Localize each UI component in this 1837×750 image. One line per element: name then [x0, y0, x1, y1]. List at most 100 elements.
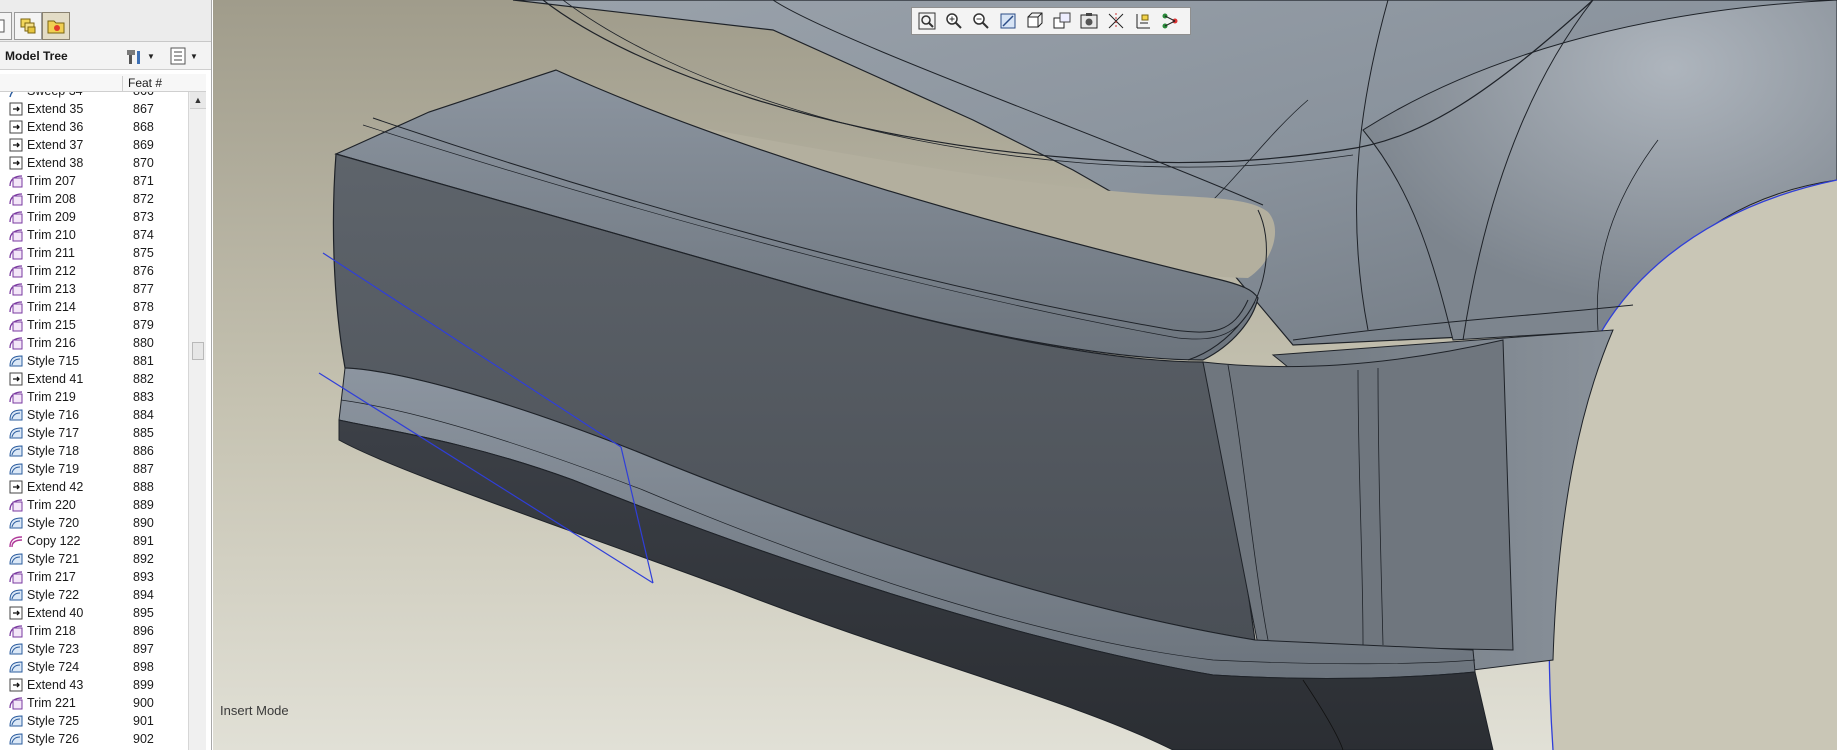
tree-item[interactable]: Trim 216 880 [0, 334, 188, 352]
tree-item-name: Style 720 [27, 516, 80, 530]
tree-item[interactable]: Trim 207 871 [0, 172, 188, 190]
spin-center-button[interactable] [1131, 10, 1155, 32]
tree-item-name: Extend 35 [27, 102, 84, 116]
tree-item[interactable]: Extend 40 895 [0, 604, 188, 622]
model-render[interactable] [213, 0, 1837, 750]
tree-item[interactable]: Trim 209 873 [0, 208, 188, 226]
tree-item[interactable]: Trim 215 879 [0, 316, 188, 334]
tree-item-feat-number: 866 [133, 92, 154, 98]
tree-item[interactable]: Style 725 901 [0, 712, 188, 730]
tree-item[interactable]: Style 724 898 [0, 658, 188, 676]
tree-item[interactable]: Trim 208 872 [0, 190, 188, 208]
tree-item-name: Style 721 [27, 552, 80, 566]
model-tree-header: Model Tree ▼ ▼ [0, 42, 211, 70]
sweep-icon [9, 92, 14, 98]
tree-item[interactable]: Trim 218 896 [0, 622, 188, 640]
copy-icon [9, 536, 23, 548]
zoom-fit-button[interactable] [915, 10, 939, 32]
repaint-button[interactable] [996, 10, 1020, 32]
tree-item[interactable]: Style 726 902 [0, 730, 188, 748]
trim-icon [9, 229, 23, 242]
zoom-out-button[interactable] [969, 10, 993, 32]
tree-item[interactable]: Trim 220 889 [0, 496, 188, 514]
zoom-in-button[interactable] [942, 10, 966, 32]
tree-item-name: Trim 219 [27, 390, 76, 404]
graphics-window[interactable]: Insert Mode [213, 0, 1837, 750]
tree-item[interactable]: Trim 221 900 [0, 694, 188, 712]
style-feature-icon [8, 587, 24, 603]
tree-item[interactable]: Copy 122 891 [0, 532, 188, 550]
spin-center-icon [1136, 14, 1150, 29]
tree-item-name: Trim 208 [27, 192, 76, 206]
list-icon [170, 47, 186, 65]
trim-icon [9, 319, 23, 332]
trim-feature-icon [8, 263, 24, 279]
tree-item[interactable]: Style 723 897 [0, 640, 188, 658]
tree-item[interactable]: Trim 213 877 [0, 280, 188, 298]
style-feature-icon [8, 659, 24, 675]
tree-item[interactable]: Trim 219 883 [0, 388, 188, 406]
model-tree-panel: Model Tree ▼ ▼ Feat # Sweep 34 866 Extend … [0, 0, 212, 750]
tree-item[interactable]: Trim 214 878 [0, 298, 188, 316]
tree-item-feat-number: 892 [133, 552, 154, 566]
tree-item[interactable]: Style 722 894 [0, 586, 188, 604]
extend-feature-icon [8, 101, 24, 117]
tree-item[interactable]: Trim 212 876 [0, 262, 188, 280]
extend-feature-icon [8, 371, 24, 387]
tree-item[interactable]: Extend 41 882 [0, 370, 188, 388]
tree-item[interactable]: Trim 217 893 [0, 568, 188, 586]
scroll-up-button[interactable]: ▲ [190, 92, 206, 109]
feat-number-column-header[interactable]: Feat # [122, 76, 162, 92]
tree-item[interactable]: Style 721 892 [0, 550, 188, 568]
trim-feature-icon [8, 245, 24, 261]
extend-feature-icon [8, 137, 24, 153]
folder-browser-tab[interactable] [42, 12, 70, 40]
saved-views-button[interactable] [1050, 10, 1074, 32]
tree-item-name: Style 715 [27, 354, 80, 368]
show-menu-button[interactable]: ▼ [169, 46, 198, 66]
tree-item[interactable]: Extend 42 888 [0, 478, 188, 496]
tree-item[interactable]: Trim 210 874 [0, 226, 188, 244]
tree-item-name: Trim 217 [27, 570, 76, 584]
display-style-button[interactable] [1023, 10, 1047, 32]
tree-item-feat-number: 871 [133, 174, 154, 188]
trim-feature-icon [8, 281, 24, 297]
tree-item[interactable]: Extend 43 899 [0, 676, 188, 694]
tree-item[interactable]: Style 718 886 [0, 442, 188, 460]
tree-item[interactable]: Sweep 34 866 [0, 92, 188, 100]
extend-feature-icon [8, 119, 24, 135]
datum-display-icon [1108, 13, 1124, 29]
trim-icon [9, 337, 23, 350]
view-manager-button[interactable] [1077, 10, 1101, 32]
tree-item[interactable]: Style 716 884 [0, 406, 188, 424]
datum-display-button[interactable] [1104, 10, 1128, 32]
tree-item[interactable]: Trim 211 875 [0, 244, 188, 262]
tree-scrollbar[interactable]: ▲ [188, 92, 206, 750]
annotation-display-button[interactable] [1158, 10, 1182, 32]
tree-item-name: Style 724 [27, 660, 80, 674]
style-feature-icon [8, 641, 24, 657]
tree-settings-button[interactable]: ▼ [126, 46, 155, 66]
tree-item[interactable]: Extend 36 868 [0, 118, 188, 136]
scroll-thumb[interactable] [192, 342, 204, 360]
tree-item-name: Style 726 [27, 732, 80, 746]
layers-tab[interactable] [14, 12, 42, 40]
tree-item[interactable]: Style 717 885 [0, 424, 188, 442]
tree-item-feat-number: 901 [133, 714, 154, 728]
model-tree-tab[interactable] [0, 12, 12, 40]
tree-item[interactable]: Extend 38 870 [0, 154, 188, 172]
extend-icon [9, 102, 23, 116]
tree-item-feat-number: 899 [133, 678, 154, 692]
tree-item-feat-number: 872 [133, 192, 154, 206]
tree-item[interactable]: Style 720 890 [0, 514, 188, 532]
style-icon [9, 733, 23, 745]
trim-feature-icon [8, 209, 24, 225]
extend-feature-icon [8, 155, 24, 171]
tree-item-name: Trim 220 [27, 498, 76, 512]
tree-item-feat-number: 900 [133, 696, 154, 710]
tree-item[interactable]: Style 715 881 [0, 352, 188, 370]
tree-item[interactable]: Extend 35 867 [0, 100, 188, 118]
trim-feature-icon [8, 227, 24, 243]
tree-item[interactable]: Style 719 887 [0, 460, 188, 478]
tree-item[interactable]: Extend 37 869 [0, 136, 188, 154]
